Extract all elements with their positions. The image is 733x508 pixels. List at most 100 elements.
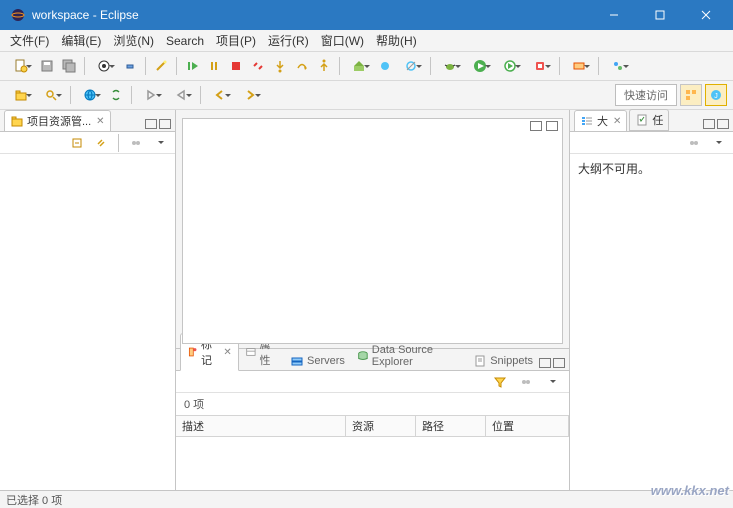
suspend-button[interactable] — [203, 55, 225, 77]
toolbar-primary — [0, 52, 733, 81]
bottom-tabs: 标记 ✕ 属性 Servers Data Source Explorer — [176, 349, 569, 371]
bottom-view-stack: 标记 ✕ 属性 Servers Data Source Explorer — [176, 348, 569, 490]
col-resource[interactable]: 资源 — [346, 416, 416, 436]
col-path[interactable]: 路径 — [416, 416, 486, 436]
filter-button[interactable] — [489, 371, 511, 393]
search-button[interactable] — [36, 84, 66, 106]
outline-empty-message: 大纲不可用。 — [578, 162, 650, 176]
markers-table-header: 描述 资源 路径 位置 — [176, 415, 569, 437]
external-tools-button[interactable] — [525, 55, 555, 77]
task-icon — [635, 113, 649, 127]
outline-tab-label: 大 — [597, 113, 608, 129]
menu-window[interactable]: 窗口(W) — [315, 30, 370, 51]
col-description[interactable]: 描述 — [176, 416, 346, 436]
menu-navigate[interactable]: 浏览(N) — [107, 30, 160, 51]
toolbar-secondary: 快速访问 J — [0, 81, 733, 110]
markers-view-menu-button[interactable] — [541, 371, 563, 393]
menu-run[interactable]: 运行(R) — [262, 30, 315, 51]
prev-annotation-button[interactable] — [166, 84, 196, 106]
project-explorer-view: 项目资源管... ✕ — [0, 110, 176, 490]
menu-help[interactable]: 帮助(H) — [370, 30, 423, 51]
statusbar: 已选择 0 项 — [0, 490, 733, 508]
close-button[interactable] — [683, 0, 729, 30]
quick-access-field[interactable]: 快速访问 — [615, 84, 677, 106]
focus-markers-button[interactable] — [515, 371, 537, 393]
back-button[interactable] — [205, 84, 235, 106]
maximize-button[interactable] — [637, 0, 683, 30]
task-list-tab[interactable]: 任 — [629, 109, 669, 131]
dse-tab-label: Data Source Explorer — [372, 344, 461, 368]
focus-task-button[interactable] — [125, 132, 147, 154]
view-menu-button[interactable] — [149, 132, 171, 154]
run-button[interactable] — [465, 55, 495, 77]
new-server-button[interactable] — [564, 55, 594, 77]
menu-edit[interactable]: 编辑(E) — [55, 30, 107, 51]
menu-project[interactable]: 项目(P) — [210, 30, 262, 51]
minimize-right-button[interactable] — [703, 119, 715, 129]
next-annotation-button[interactable] — [136, 84, 166, 106]
terminate-button[interactable] — [225, 55, 247, 77]
toggle-breakpoint-button[interactable] — [374, 55, 396, 77]
menu-search[interactable]: Search — [160, 32, 210, 50]
save-all-button[interactable] — [58, 55, 80, 77]
java-ee-perspective-button[interactable]: J — [705, 84, 727, 106]
outline-view-menu-button[interactable] — [707, 132, 729, 154]
disconnect-button[interactable] — [247, 55, 269, 77]
minimize-editor-button[interactable] — [530, 121, 542, 131]
task-tab-label: 任 — [652, 112, 663, 128]
maximize-right-button[interactable] — [717, 119, 729, 129]
run-last-button[interactable] — [495, 55, 525, 77]
outline-view: 大 ✕ 任 大纲不可用。 — [569, 110, 733, 490]
resume-button[interactable] — [181, 55, 203, 77]
team-button[interactable] — [603, 55, 633, 77]
maximize-view-button[interactable] — [159, 119, 171, 129]
connect-button[interactable] — [119, 55, 141, 77]
properties-icon — [245, 345, 257, 359]
outline-tab[interactable]: 大 ✕ — [574, 110, 627, 131]
link-editor-button[interactable] — [90, 132, 112, 154]
snippets-tab[interactable]: Snippets — [467, 352, 539, 370]
step-into-button[interactable] — [269, 55, 291, 77]
project-explorer-body[interactable] — [0, 154, 175, 490]
minimize-view-button[interactable] — [145, 119, 157, 129]
snippets-icon — [473, 354, 487, 368]
minimize-button[interactable] — [591, 0, 637, 30]
outline-focus-button[interactable] — [683, 132, 705, 154]
markers-count-label: 0 项 — [176, 393, 569, 415]
project-explorer-icon — [10, 114, 24, 128]
titlebar: workspace - Eclipse — [0, 0, 733, 30]
open-web-button[interactable] — [75, 84, 105, 106]
minimize-bottom-button[interactable] — [539, 358, 551, 368]
collapse-all-button[interactable] — [66, 132, 88, 154]
new-button[interactable] — [6, 55, 36, 77]
build-button[interactable] — [344, 55, 374, 77]
window-title: workspace - Eclipse — [32, 8, 591, 22]
save-button[interactable] — [36, 55, 58, 77]
perspective-button[interactable] — [89, 55, 119, 77]
debug-button[interactable] — [435, 55, 465, 77]
close-tab-icon[interactable]: ✕ — [223, 347, 231, 358]
editor-area[interactable] — [182, 118, 563, 344]
close-tab-icon[interactable]: ✕ — [613, 116, 621, 127]
maximize-editor-button[interactable] — [546, 121, 558, 131]
markers-toolbar — [176, 371, 569, 393]
project-explorer-tab[interactable]: 项目资源管... ✕ — [4, 110, 111, 131]
forward-button[interactable] — [235, 84, 265, 106]
data-source-explorer-tab[interactable]: Data Source Explorer — [351, 342, 467, 370]
menu-file[interactable]: 文件(F) — [4, 30, 55, 51]
watermark-text: www.kkx.net — [651, 483, 729, 498]
open-perspective-button[interactable] — [680, 84, 702, 106]
snippets-tab-label: Snippets — [490, 355, 533, 367]
step-over-button[interactable] — [291, 55, 313, 77]
servers-tab[interactable]: Servers — [284, 352, 351, 370]
refresh-button[interactable] — [105, 84, 127, 106]
skip-breakpoints-button[interactable] — [396, 55, 426, 77]
open-type-button[interactable] — [6, 84, 36, 106]
step-return-button[interactable] — [313, 55, 335, 77]
left-tabs: 项目资源管... ✕ — [0, 110, 175, 132]
maximize-bottom-button[interactable] — [553, 358, 565, 368]
project-explorer-toolbar — [0, 132, 175, 154]
wand-button[interactable] — [150, 55, 172, 77]
col-location[interactable]: 位置 — [486, 416, 569, 436]
close-tab-icon[interactable]: ✕ — [96, 116, 104, 127]
